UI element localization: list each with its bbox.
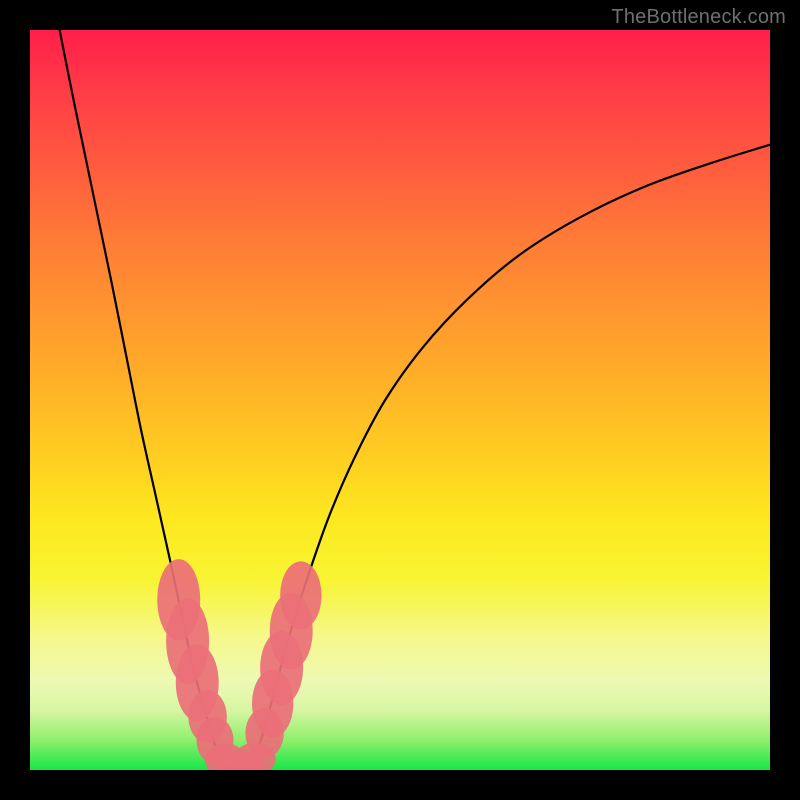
plot-area xyxy=(30,30,770,770)
chart-svg xyxy=(30,30,770,770)
curve-right-branch xyxy=(252,145,770,767)
marker-group xyxy=(157,559,321,770)
data-marker xyxy=(280,561,321,629)
chart-frame: TheBottleneck.com xyxy=(0,0,800,800)
watermark-text: TheBottleneck.com xyxy=(611,6,786,29)
